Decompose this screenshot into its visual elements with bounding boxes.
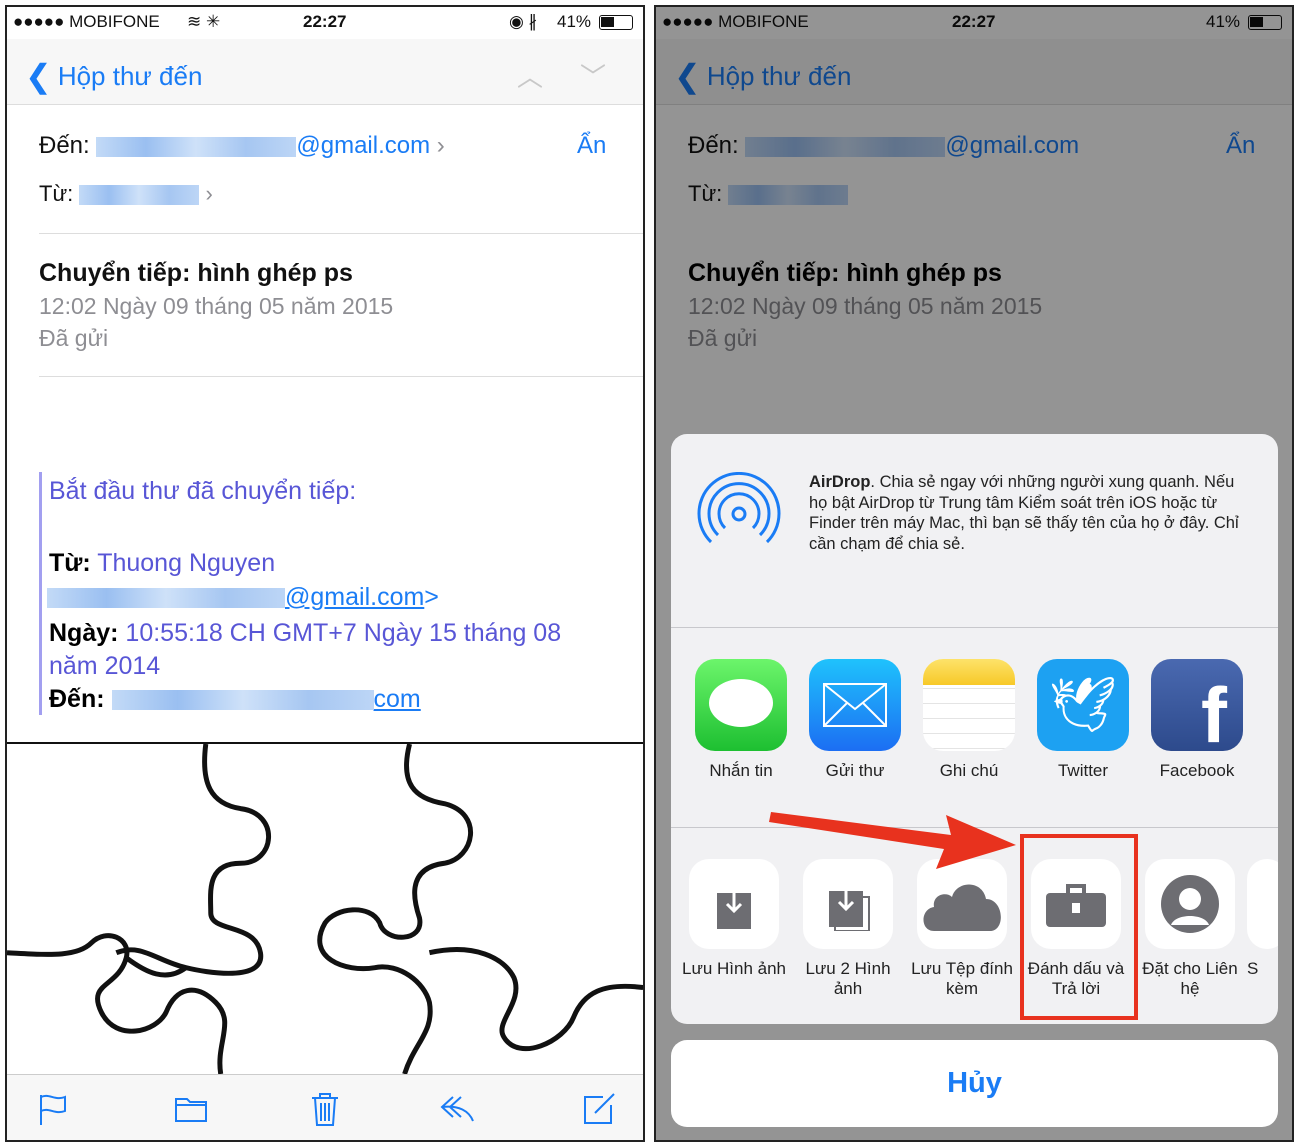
arrow-annotation (769, 812, 1016, 869)
to-address[interactable]: @gmail.com (296, 132, 430, 159)
share-sheet: AirDrop. Chia sẻ ngay với những người xu… (671, 434, 1278, 1024)
action-icon (1247, 859, 1278, 949)
action-label: Lưu 2 Hình ảnh (805, 959, 891, 998)
share-app-facebook[interactable]: f Facebook (1142, 659, 1252, 781)
divider (671, 627, 1278, 628)
forward-from-email[interactable]: @gmail.com> (47, 583, 439, 612)
hide-button[interactable]: Ẩn (577, 132, 606, 160)
email-link[interactable]: com (374, 685, 421, 713)
app-label: Gửi thư (825, 761, 885, 780)
mail-screen: ●●●●● MOBIFONE ≋ ✳ 22:27 ◉ ∦ 41% ❮ Hộp th… (5, 5, 645, 1142)
app-label: Ghi chú (939, 761, 999, 780)
airdrop-text: . Chia sẻ ngay với những người xung quan… (809, 473, 1239, 553)
action-assign-to-contact[interactable]: Đặt cho Liên hệ (1133, 859, 1247, 999)
rotation-lock-icon: ◉ ∦ (509, 12, 538, 31)
bottom-toolbar (7, 1074, 643, 1140)
from-label: Từ: (49, 549, 91, 577)
action-save-image[interactable]: Lưu Hình ảnh (677, 859, 791, 979)
to-label: Đến: (49, 685, 105, 713)
action-label: Đặt cho Liên hệ (1142, 959, 1238, 998)
share-app-notes[interactable]: Ghi chú (914, 659, 1024, 781)
carrier: ●●●●● MOBIFONE (13, 12, 160, 31)
action-save-2-images[interactable]: Lưu 2 Hình ảnh (791, 859, 905, 999)
messages-icon (695, 659, 787, 751)
airdrop-title: AirDrop (809, 473, 871, 491)
reply-icon[interactable] (439, 1091, 475, 1127)
back-label: Hộp thư đến (57, 61, 203, 91)
share-app-mail[interactable]: Gửi thư (800, 659, 910, 781)
action-more[interactable]: S (1247, 859, 1278, 979)
nav-bar: ❮ Hộp thư đến ︿ ﹀ (7, 39, 643, 105)
forward-to: Đến: com (49, 685, 421, 714)
previous-message-button[interactable]: ︿ (517, 57, 543, 94)
action-save-attachments[interactable]: Lưu Tệp đính kèm (905, 859, 1019, 999)
twitter-icon: 🕊 (1037, 659, 1129, 751)
forward-from: Từ: Thuong Nguyen (49, 549, 275, 578)
app-label: Nhắn tin (709, 761, 773, 780)
folder-icon[interactable] (173, 1091, 209, 1127)
mail-icon (809, 659, 901, 751)
back-button[interactable]: ❮ Hộp thư đến (25, 55, 203, 94)
cancel-button[interactable]: Hủy (671, 1040, 1278, 1127)
facebook-icon: f (1151, 659, 1243, 751)
forward-intro: Bắt đầu thư đã chuyển tiếp: (49, 477, 357, 505)
next-message-button[interactable]: ﹀ (580, 57, 606, 94)
message-folder: Đã gửi (39, 325, 109, 351)
action-label: Lưu Tệp đính kèm (911, 959, 1013, 998)
from-address[interactable] (79, 185, 200, 206)
airdrop-description: AirDrop. Chia sẻ ngay với những người xu… (809, 472, 1249, 554)
flag-icon[interactable] (35, 1091, 71, 1127)
action-label: Lưu Hình ảnh (681, 959, 786, 978)
divider (39, 376, 643, 377)
chevron-left-icon: ❮ (25, 58, 52, 94)
clock: 22:27 (303, 12, 347, 31)
to-row: Đến: @gmail.com › (39, 132, 445, 159)
message-date: 12:02 Ngày 09 tháng 05 năm 2015 (39, 293, 394, 319)
app-label: Twitter (1057, 761, 1109, 780)
divider (39, 233, 643, 234)
forward-date: Ngày: 10:55:18 CH GMT+7 Ngày 15 tháng 08… (49, 617, 609, 683)
highlight-box (1020, 834, 1138, 1020)
battery-icon (599, 15, 633, 30)
trash-icon[interactable] (307, 1091, 343, 1127)
date-value: 10:55:18 CH GMT+7 Ngày 15 tháng 08 năm 2… (49, 619, 562, 680)
app-label: Facebook (1159, 761, 1235, 780)
to-label: Đến: (39, 132, 90, 159)
share-screen: ●●●●● MOBIFONE 22:27 41% ❮ Hộp thư đến Đế… (654, 5, 1294, 1142)
contact-icon (1145, 859, 1235, 949)
quote-bar (39, 472, 42, 715)
date-label: Ngày: (49, 619, 119, 647)
puzzle-image (7, 742, 643, 1074)
from-row: Từ: › (39, 181, 213, 206)
status-bar: ●●●●● MOBIFONE ≋ ✳ 22:27 ◉ ∦ 41% (7, 7, 643, 39)
action-label: S (1247, 959, 1259, 978)
to-address[interactable] (111, 690, 374, 711)
email-link: @gmail.com (285, 583, 425, 611)
share-app-twitter[interactable]: 🕊 Twitter (1028, 659, 1138, 781)
battery-percent: 41% (557, 12, 592, 31)
wifi-icon: ≋ ✳ (187, 12, 221, 31)
airdrop-icon[interactable] (697, 472, 781, 556)
from-name: Thuong Nguyen (97, 549, 276, 577)
compose-icon[interactable] (581, 1091, 617, 1127)
share-app-messages[interactable]: Nhắn tin (686, 659, 796, 781)
from-label: Từ: (39, 181, 74, 206)
subject: Chuyển tiếp: hình ghép ps (39, 259, 353, 287)
notes-icon (923, 659, 1015, 751)
